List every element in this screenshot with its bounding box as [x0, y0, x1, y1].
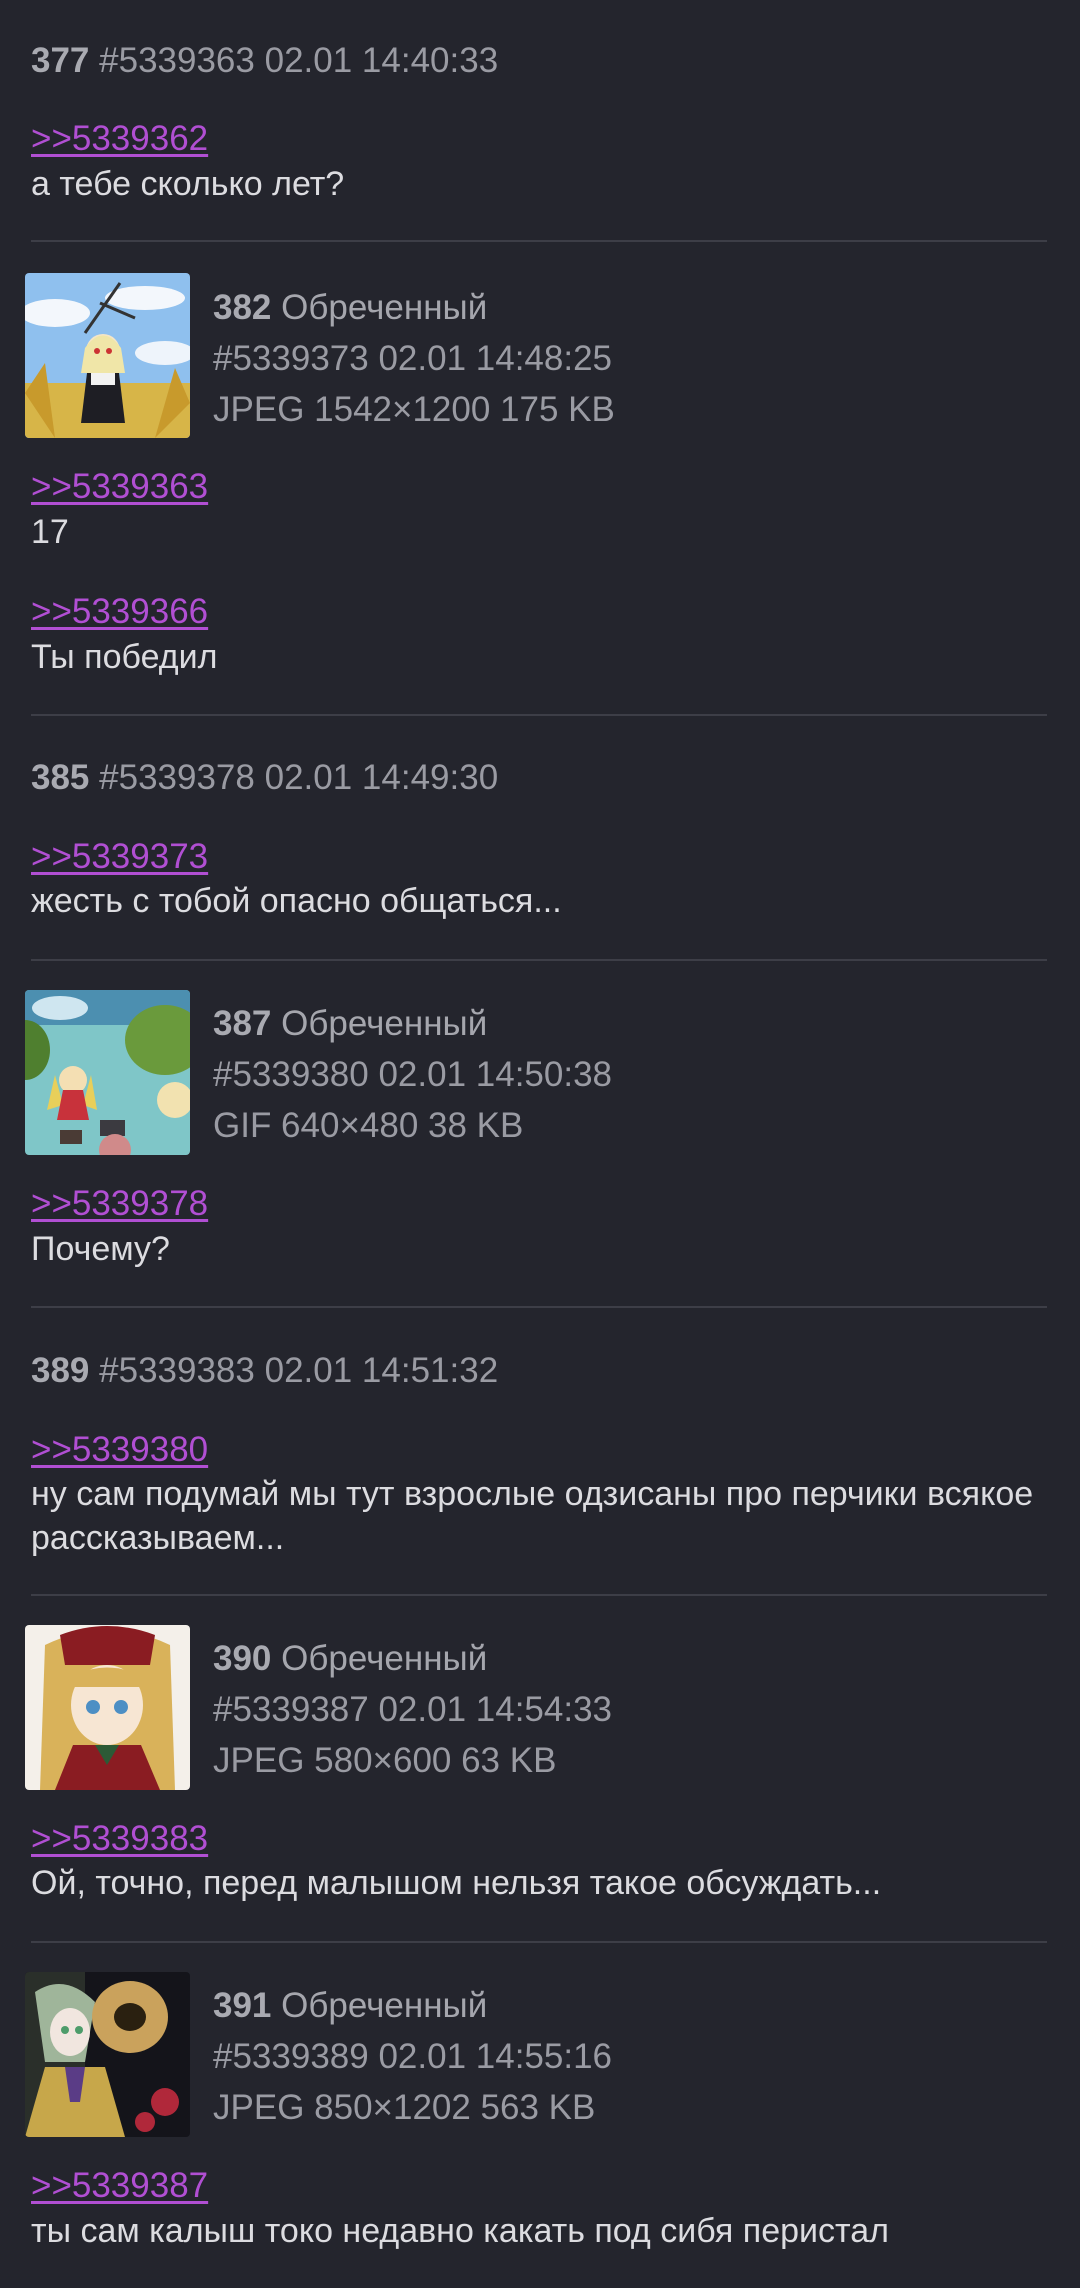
- post-text: ну сам подумай мы тут взрослые одзисаны …: [31, 1475, 1034, 1557]
- reply-link[interactable]: >>5339373: [31, 837, 208, 877]
- post-header: 391 Обреченный: [213, 1986, 487, 2026]
- post-id[interactable]: #5339389: [213, 2037, 369, 2076]
- post-text: Ой, точно, перед малышом нельзя такое об…: [31, 1864, 882, 1902]
- post-header: 387 Обреченный: [213, 1004, 487, 1044]
- file-info: JPEG 1542×1200 175 KB: [213, 390, 615, 429]
- post-text: 17: [31, 513, 69, 551]
- post-id[interactable]: #5339373: [213, 339, 369, 378]
- reply-link[interactable]: >>5339366: [31, 592, 208, 632]
- poster-name: Обреченный: [281, 1986, 488, 2025]
- post-id-date: #5339380 02.01 14:50:38: [213, 1055, 612, 1095]
- post-text: Почему?: [31, 1230, 170, 1268]
- post-divider: [31, 959, 1047, 961]
- post-text: а тебе сколько лет?: [31, 165, 345, 203]
- post-number[interactable]: 382: [213, 288, 271, 327]
- post-date: 02.01 14:49:30: [264, 758, 499, 797]
- post-date: 02.01 14:40:33: [264, 41, 499, 80]
- post-date: 02.01 14:51:32: [264, 1351, 499, 1390]
- post-header: 377 #5339363 02.01 14:40:33: [31, 41, 498, 81]
- post-number[interactable]: 377: [31, 41, 89, 80]
- reply-link[interactable]: >>5339380: [31, 1430, 208, 1470]
- post-header: 385 #5339378 02.01 14:49:30: [31, 758, 498, 798]
- post-number[interactable]: 390: [213, 1639, 271, 1678]
- file-info: GIF 640×480 38 KB: [213, 1106, 524, 1145]
- post-divider: [31, 1594, 1047, 1596]
- anime-girl-sky-image: [25, 273, 190, 438]
- post-id-date: #5339373 02.01 14:48:25: [213, 339, 612, 379]
- poster-name: Обреченный: [281, 1639, 488, 1678]
- post-number[interactable]: 391: [213, 1986, 271, 2025]
- reply-link[interactable]: >>5339387: [31, 2166, 208, 2206]
- reply-link[interactable]: >>5339378: [31, 1184, 208, 1224]
- post-id[interactable]: #5339383: [99, 1351, 255, 1390]
- post-text: ты сам калыш токо недавно какать под сиб…: [31, 2212, 889, 2250]
- post-header: 390 Обреченный: [213, 1639, 487, 1679]
- post-date: 02.01 14:50:38: [378, 1055, 613, 1094]
- poster-name: Обреченный: [281, 1004, 488, 1043]
- post-id[interactable]: #5339378: [99, 758, 255, 797]
- poster-name: Обреченный: [281, 288, 488, 327]
- post-header: 382 Обреченный: [213, 288, 487, 328]
- post-id[interactable]: #5339363: [99, 41, 255, 80]
- post-date: 02.01 14:54:33: [378, 1690, 613, 1729]
- post-id[interactable]: #5339380: [213, 1055, 369, 1094]
- post-date: 02.01 14:55:16: [378, 2037, 613, 2076]
- post-header: 389 #5339383 02.01 14:51:32: [31, 1351, 498, 1391]
- reply-link[interactable]: >>5339362: [31, 119, 208, 159]
- post-id-date: #5339387 02.01 14:54:33: [213, 1690, 612, 1730]
- anime-group-image: [25, 990, 190, 1155]
- post-id-date: #5339389 02.01 14:55:16: [213, 2037, 612, 2077]
- anime-character-dark-image: [25, 1972, 190, 2137]
- post-thumbnail[interactable]: [25, 273, 190, 438]
- post-thumbnail[interactable]: [25, 1972, 190, 2137]
- post-text: жесть с тобой опасно общаться...: [31, 882, 562, 920]
- reply-link[interactable]: >>5339383: [31, 1819, 208, 1859]
- reply-link[interactable]: >>5339363: [31, 467, 208, 507]
- post-id[interactable]: #5339387: [213, 1690, 369, 1729]
- post-thumbnail[interactable]: [25, 1625, 190, 1790]
- post-thumbnail[interactable]: [25, 990, 190, 1155]
- anime-doll-portrait-image: [25, 1625, 190, 1790]
- thread-view: 377 #5339363 02.01 14:40:33 >>5339362 а …: [0, 0, 1080, 2288]
- post-divider: [31, 240, 1047, 242]
- post-number[interactable]: 385: [31, 758, 89, 797]
- post-text: Ты победил: [31, 638, 218, 676]
- post-number[interactable]: 389: [31, 1351, 89, 1390]
- file-info: JPEG 580×600 63 KB: [213, 1741, 557, 1780]
- file-info: JPEG 850×1202 563 KB: [213, 2088, 596, 2127]
- post-number[interactable]: 387: [213, 1004, 271, 1043]
- post-date: 02.01 14:48:25: [378, 339, 613, 378]
- post-divider: [31, 1941, 1047, 1943]
- post-divider: [31, 1306, 1047, 1308]
- post-divider: [31, 714, 1047, 716]
